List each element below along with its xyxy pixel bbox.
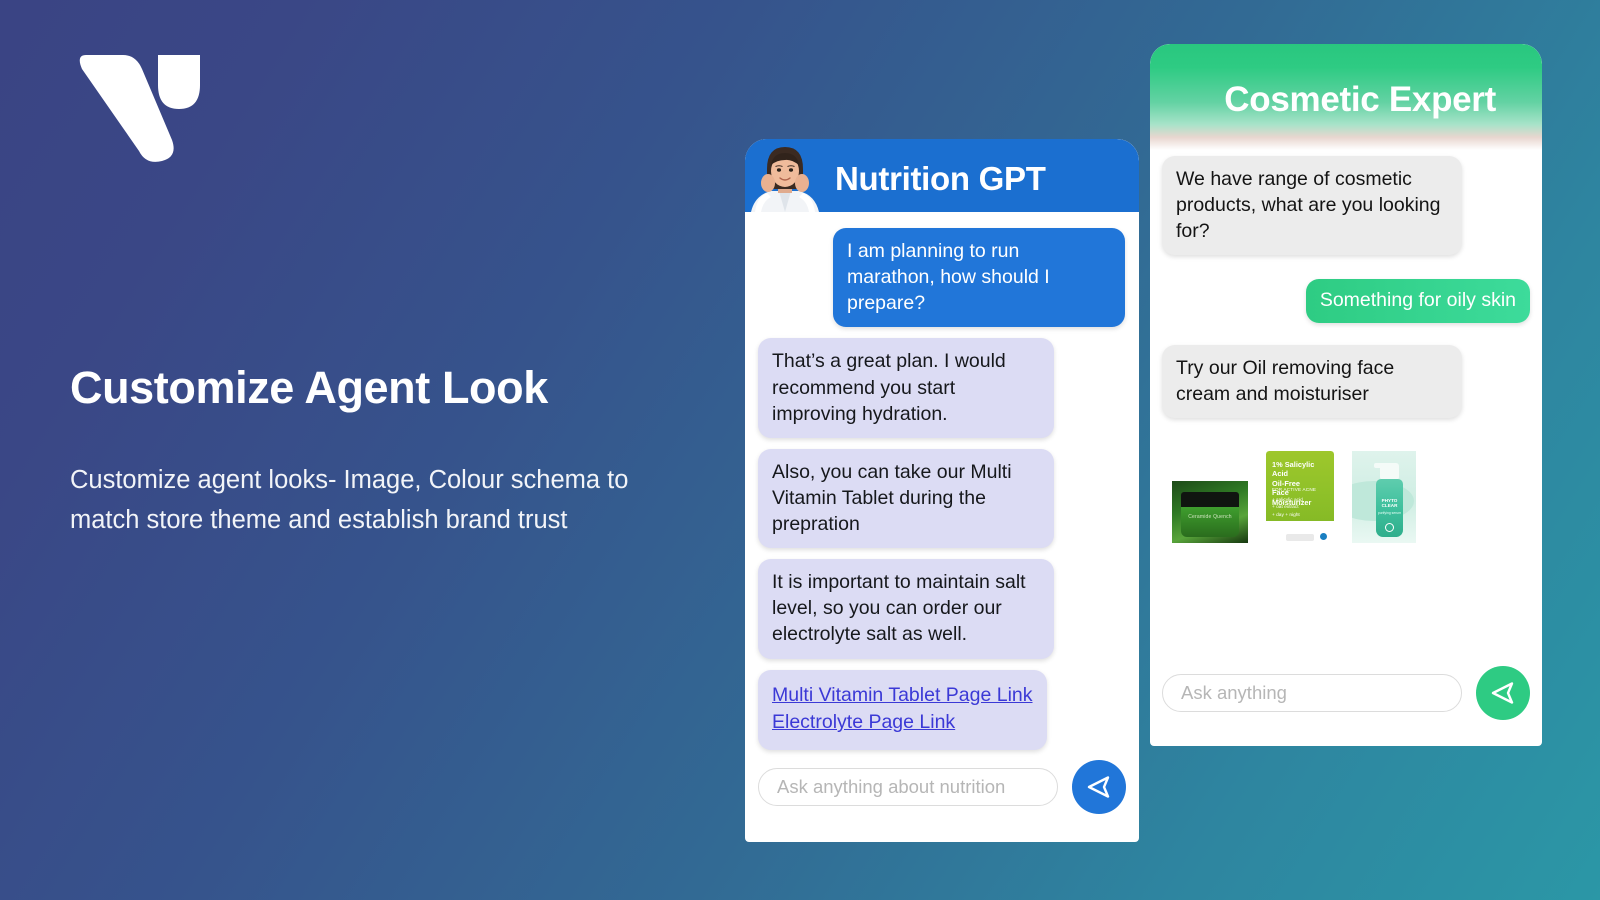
product-green-cream-jar[interactable]: Ceramide Quench xyxy=(1172,480,1248,543)
jar-lid xyxy=(1181,491,1239,507)
message-row-bot: Also, you can take our Multi Vitamin Tab… xyxy=(758,448,1125,549)
nutrition-header: Nutrition GPT xyxy=(745,139,1139,212)
page-subtitle: Customize agent looks- Image, Colour sch… xyxy=(70,466,629,534)
send-triangle-icon xyxy=(1491,682,1514,704)
left-intro-column: Customize Agent Look Customize agent loo… xyxy=(0,0,745,900)
nutrition-search-input[interactable]: Ask anything about nutrition xyxy=(758,768,1058,806)
cosmetic-composer: Ask anything xyxy=(1162,666,1530,720)
cosmetic-message-list: We have range of cosmetic products, what… xyxy=(1150,150,1542,543)
nutrition-title: Nutrition GPT xyxy=(835,160,1046,197)
chat-bubble-links: Multi Vitamin Tablet Page Link Electroly… xyxy=(758,669,1047,750)
chat-bubble-bot: We have range of cosmetic products, what… xyxy=(1162,156,1462,256)
chat-bubble-bot: That’s a great plan. I would recommend y… xyxy=(758,338,1054,438)
chat-bubble-bot: It is important to maintain salt level, … xyxy=(758,559,1054,659)
tube-subline: FOR ACTIVE ACNE xyxy=(1272,486,1317,492)
nutrition-composer: Ask anything about nutrition xyxy=(758,760,1126,814)
product-salicylic-acid-tube[interactable]: 1% Salicylic Acid Oil-Free Face Moisturi… xyxy=(1266,450,1334,543)
nutrition-message-list: I am planning to run marathon, how shoul… xyxy=(745,212,1139,750)
cosmetic-search-input[interactable]: Ask anything xyxy=(1162,674,1462,712)
bottle-seal-icon xyxy=(1385,522,1394,532)
jar-body xyxy=(1181,506,1239,537)
chat-bubble-user: Something for oily skin xyxy=(1305,279,1530,323)
message-row-bot: That’s a great plan. I would recommend y… xyxy=(758,338,1125,438)
tube-bullets: + salicylic acid + oat extract + day + n… xyxy=(1272,497,1303,519)
bottle-pump xyxy=(1380,462,1399,480)
product-thumbnail-row: Ceramide Quench 1% Salicylic Acid Oil-Fr… xyxy=(1162,429,1530,543)
message-row-bot: It is important to maintain salt level, … xyxy=(758,559,1125,659)
message-row-links: Multi Vitamin Tablet Page Link Electroly… xyxy=(758,669,1125,750)
nutritionist-avatar-photo xyxy=(745,139,825,212)
cosmetic-expert-chat-panel: Cosmetic Expert We have range of cosmeti… xyxy=(1150,44,1542,746)
chat-bubble-user: I am planning to run marathon, how shoul… xyxy=(833,228,1125,328)
product-phyto-clear-bottle[interactable]: PHYTO CLEAR purifying serum xyxy=(1352,450,1416,543)
bottle-subtitle: purifying serum xyxy=(1377,510,1402,515)
tube-brand-dot-icon xyxy=(1320,532,1327,540)
cosmetic-header: Cosmetic Expert xyxy=(1150,44,1542,150)
nutrition-gpt-chat-panel: Nutrition GPT I am planning to run marat… xyxy=(745,139,1139,842)
link-electrolyte[interactable]: Electrolyte Page Link xyxy=(772,709,1033,737)
message-row-bot: Try our Oil removing face cream and mois… xyxy=(1162,344,1530,418)
v-logo xyxy=(76,47,212,162)
chat-bubble-bot: Try our Oil removing face cream and mois… xyxy=(1162,344,1462,418)
message-row-user: I am planning to run marathon, how shoul… xyxy=(758,228,1125,328)
tube-line-1: 1% Salicylic Acid xyxy=(1272,459,1315,479)
jar-label: Ceramide Quench xyxy=(1188,513,1232,520)
chat-bubble-bot: Also, you can take our Multi Vitamin Tab… xyxy=(758,448,1054,549)
tube-cap xyxy=(1286,533,1314,541)
send-button[interactable] xyxy=(1072,760,1126,814)
send-button[interactable] xyxy=(1476,666,1530,720)
page-title: Customize Agent Look xyxy=(70,362,548,413)
message-row-bot: We have range of cosmetic products, what… xyxy=(1162,156,1530,256)
send-triangle-icon xyxy=(1087,776,1110,798)
bottle-brand: PHYTO CLEAR xyxy=(1381,497,1398,509)
cosmetic-title: Cosmetic Expert xyxy=(1224,80,1496,119)
link-multi-vitamin-tablet[interactable]: Multi Vitamin Tablet Page Link xyxy=(772,682,1033,710)
message-row-user: Something for oily skin xyxy=(1162,279,1530,323)
